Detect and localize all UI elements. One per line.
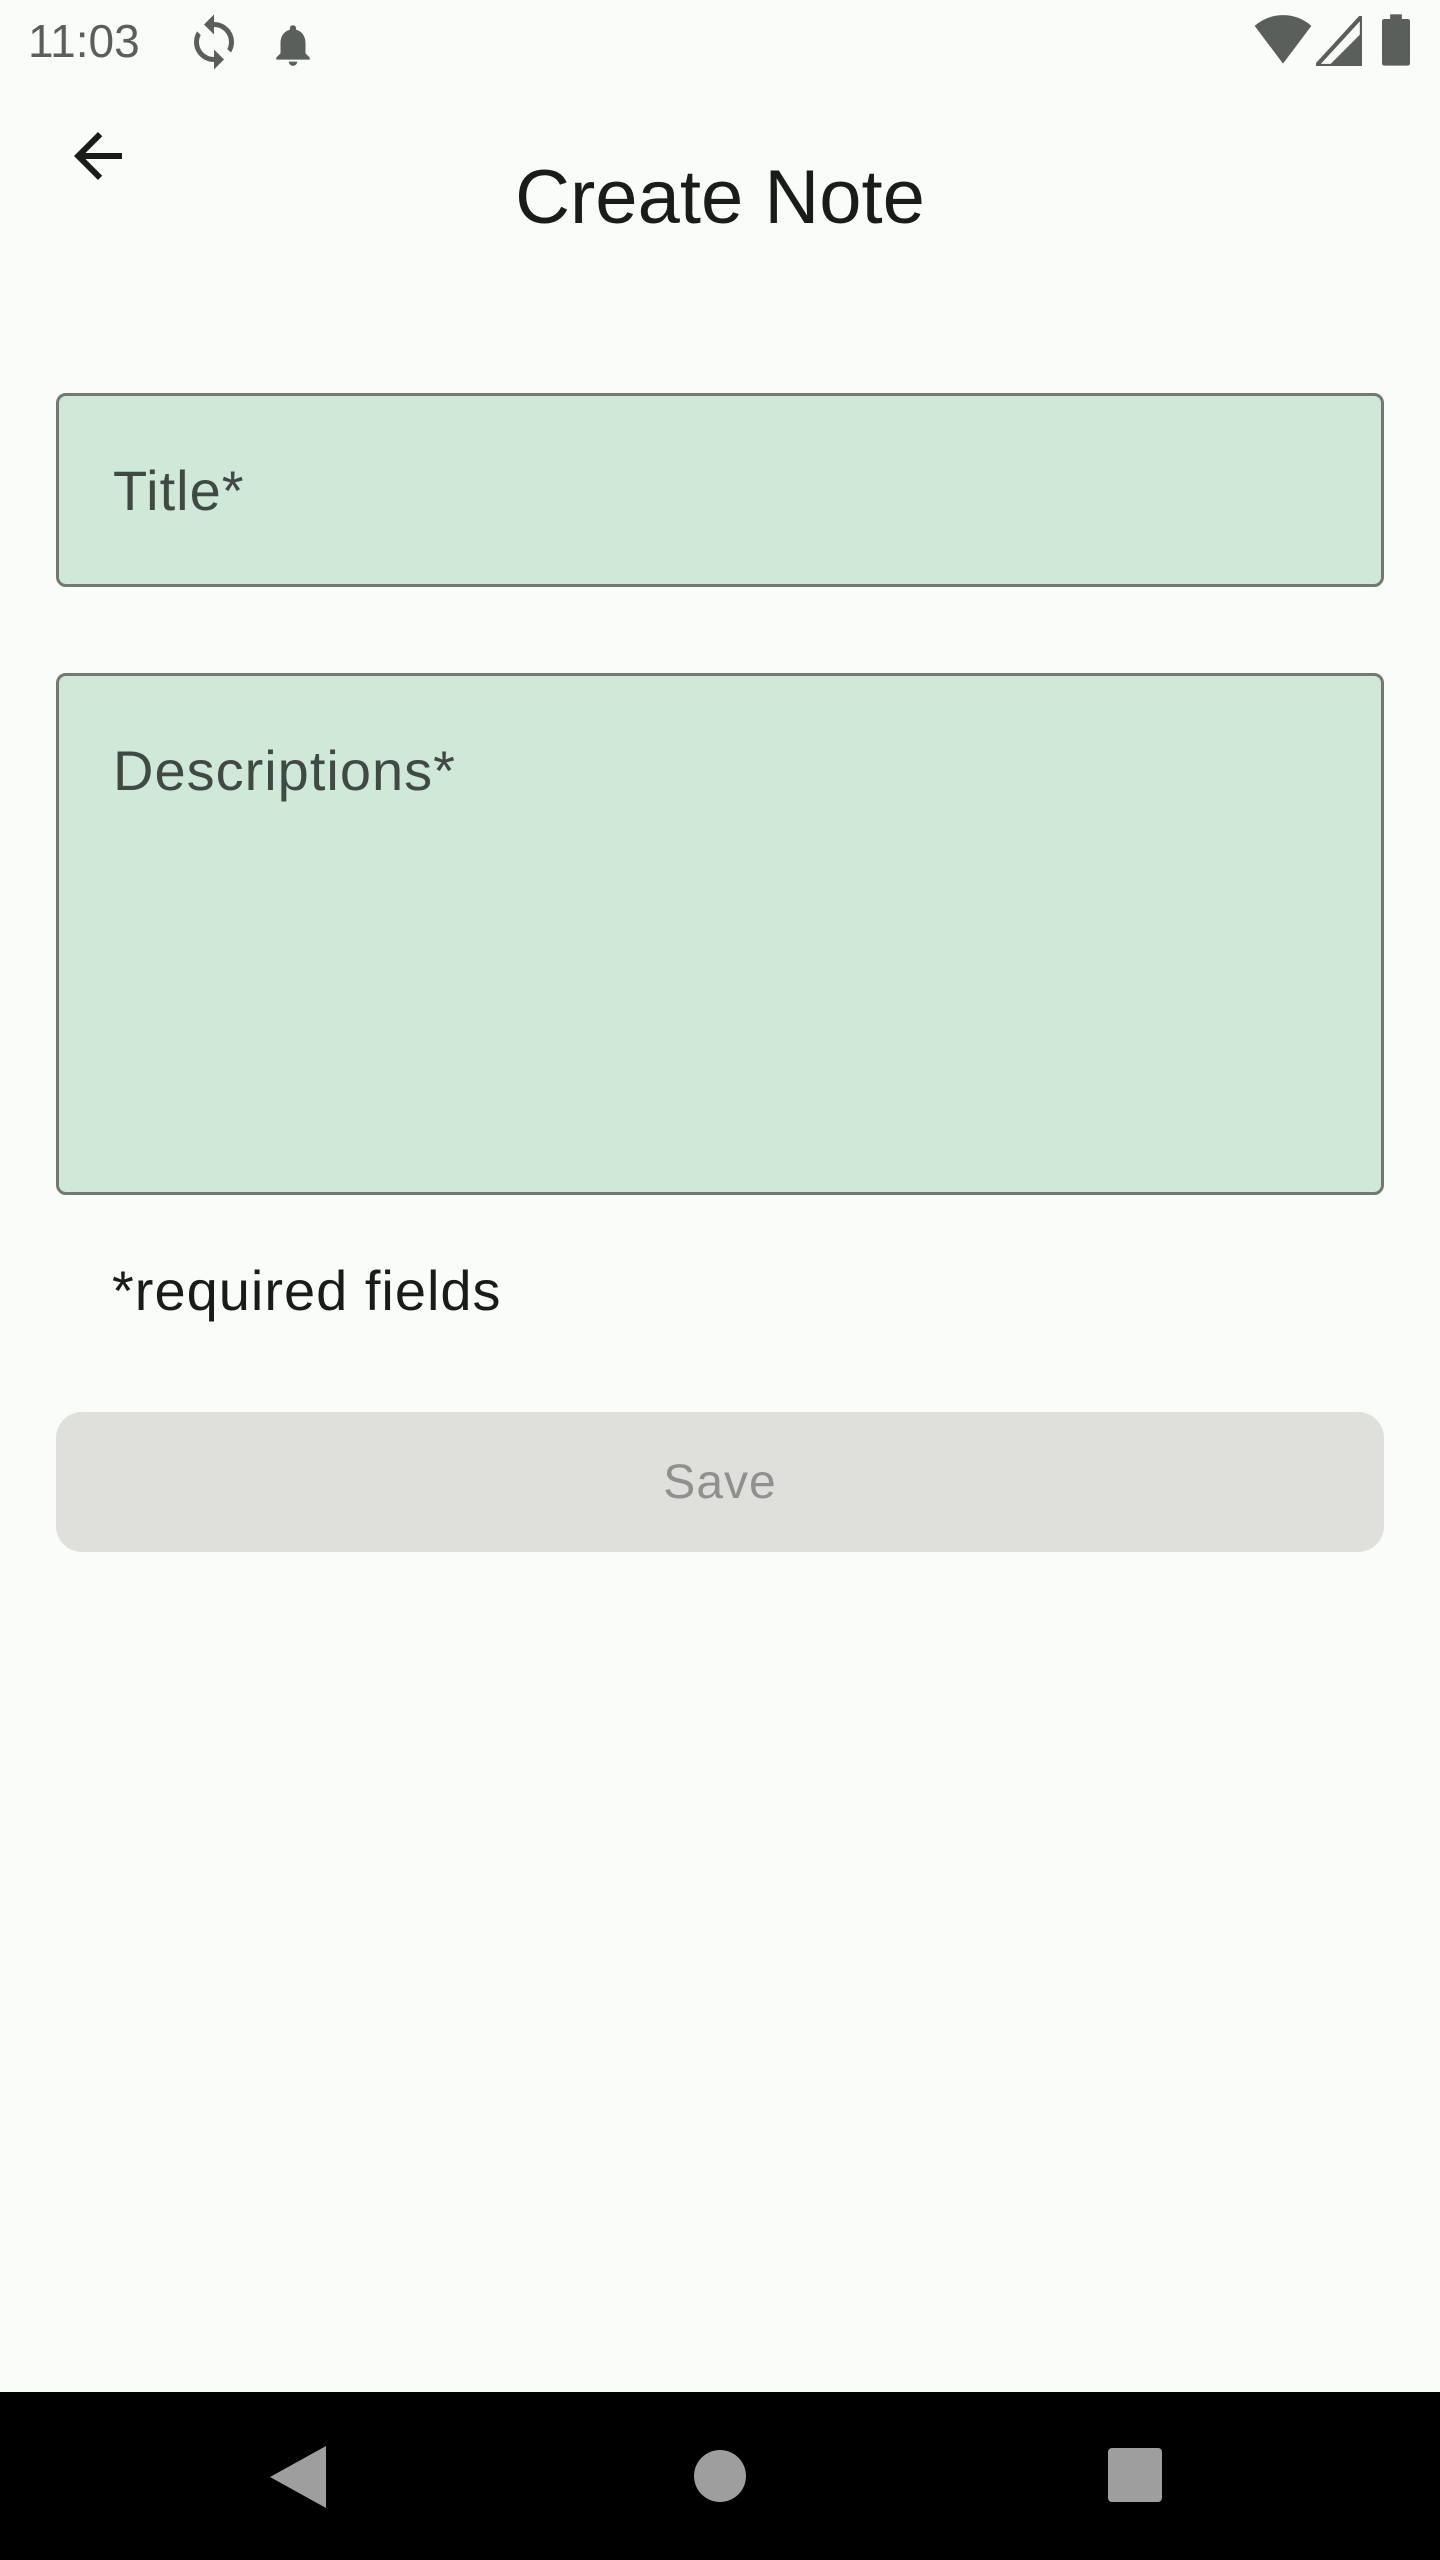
notification-bell-icon <box>276 25 310 66</box>
battery-icon <box>1382 14 1410 66</box>
save-button[interactable]: Save <box>56 1412 1384 1552</box>
description-field[interactable]: Descriptions* <box>56 673 1384 1195</box>
back-triangle-icon[interactable] <box>270 2446 326 2508</box>
required-fields-note: *required fields <box>112 1259 502 1322</box>
top-app-bar: Create Note <box>0 112 1440 280</box>
cellular-signal-icon <box>1316 16 1362 66</box>
status-bar: 11:03 <box>0 0 1440 84</box>
sync-icon <box>194 14 234 70</box>
description-field-placeholder: Descriptions* <box>113 739 456 802</box>
title-field[interactable]: Title* <box>56 393 1384 587</box>
wifi-icon <box>1254 15 1312 64</box>
system-nav-bar <box>0 2392 1440 2560</box>
status-time: 11:03 <box>28 15 140 67</box>
recents-square-icon[interactable] <box>1108 2448 1162 2502</box>
home-circle-icon[interactable] <box>694 2450 746 2502</box>
title-field-placeholder: Title* <box>113 459 245 522</box>
page-title: Create Note <box>515 155 925 240</box>
